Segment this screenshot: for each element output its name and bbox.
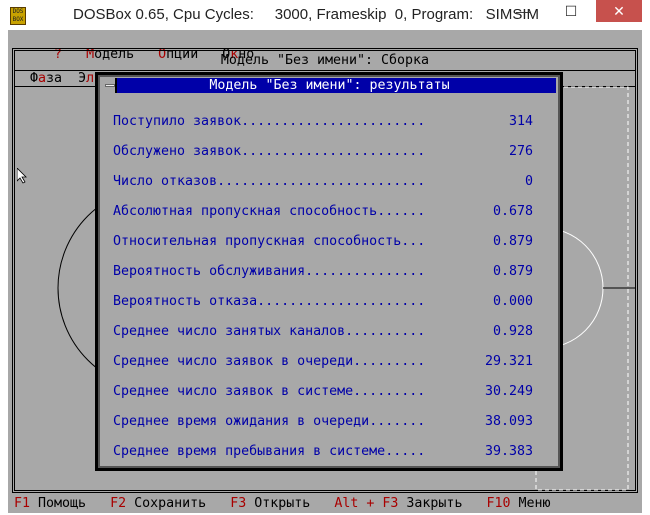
result-value: 38.093	[484, 414, 533, 429]
leader-dots: ...............	[305, 264, 426, 279]
status-label: Помощь	[38, 496, 87, 511]
result-value: 29.321	[484, 354, 533, 369]
status-item[interactable]: F1 Помощь	[14, 496, 86, 511]
result-value: 0	[524, 174, 533, 189]
maximize-button[interactable]: ☐	[548, 0, 594, 22]
result-value: 314	[508, 114, 533, 129]
result-value: 39.383	[484, 444, 533, 459]
status-key: F10	[486, 496, 511, 511]
result-label: Среднее время пребывания в системе.....	[113, 444, 426, 459]
result-label: Относительная пропускная способность...	[113, 234, 426, 249]
result-label: Среднее число занятых каналов..........	[113, 324, 426, 339]
result-label: Среднее число заявок в системе.........	[113, 384, 426, 399]
status-label: Закрыть	[406, 496, 463, 511]
close-box-icon	[105, 84, 115, 87]
leader-dots: ..........................	[217, 174, 426, 189]
result-value: 0.879	[492, 264, 533, 279]
result-label: Число отказов..........................	[113, 174, 426, 189]
dialog-close-button[interactable]	[103, 78, 117, 93]
status-key: Alt + F3	[334, 496, 399, 511]
status-item[interactable]: Alt + F3 Закрыть	[334, 496, 462, 511]
window-title: DOSBox 0.65, Cpu Cycles: 3000, Frameskip…	[73, 6, 539, 23]
close-button[interactable]: ✕	[596, 0, 642, 22]
status-key: F3	[230, 496, 247, 511]
status-label: Сохранить	[134, 496, 207, 511]
minimize-button[interactable]: —	[500, 0, 546, 22]
result-label: Вероятность отказа.....................	[113, 294, 426, 309]
main-menubar: ? Модель Опции Окно	[8, 32, 642, 62]
result-label: Вероятность обслуживания...............	[113, 264, 426, 279]
mouse-cursor-icon	[16, 167, 27, 188]
dosbox-icon: DOS BOX	[10, 7, 26, 25]
leader-dots: .......................	[241, 114, 426, 129]
leader-dots: .....................	[257, 294, 426, 309]
result-label: Среднее время ожидания в очереди.......	[113, 414, 426, 429]
status-bar: F1 Помощь F2 Сохранить F3 Открыть Alt + …	[8, 496, 642, 513]
status-label: Меню	[518, 496, 551, 511]
status-item[interactable]: F10 Меню	[486, 496, 550, 511]
status-item[interactable]: F3 Открыть	[230, 496, 310, 511]
status-key: F1	[14, 496, 31, 511]
result-value: 0.928	[492, 324, 533, 339]
status-item[interactable]: F2 Сохранить	[110, 496, 206, 511]
result-label: Среднее число заявок в очереди.........	[113, 354, 426, 369]
result-value: 0.879	[492, 234, 533, 249]
result-value: 276	[508, 144, 533, 159]
dos-screen: ? Модель Опции Окно Модель "Без имени": …	[8, 30, 642, 513]
result-label: Абсолютная пропускная способность......	[113, 204, 426, 219]
result-label: Поступило заявок.......................	[113, 114, 426, 129]
result-value: 0.678	[492, 204, 533, 219]
results-dialog-title: Модель "Без имени": результаты	[103, 78, 556, 93]
result-value: 30.249	[484, 384, 533, 399]
result-label: Обслужено заявок.......................	[113, 144, 426, 159]
status-label: Открыть	[254, 496, 311, 511]
window-titlebar: DOS BOX DOSBox 0.65, Cpu Cycles: 3000, F…	[0, 0, 650, 30]
leader-dots: .......................	[241, 144, 426, 159]
results-dialog: Модель "Без имени": результаты Поступило…	[95, 72, 563, 471]
status-key: F2	[110, 496, 127, 511]
result-value: 0.000	[492, 294, 533, 309]
